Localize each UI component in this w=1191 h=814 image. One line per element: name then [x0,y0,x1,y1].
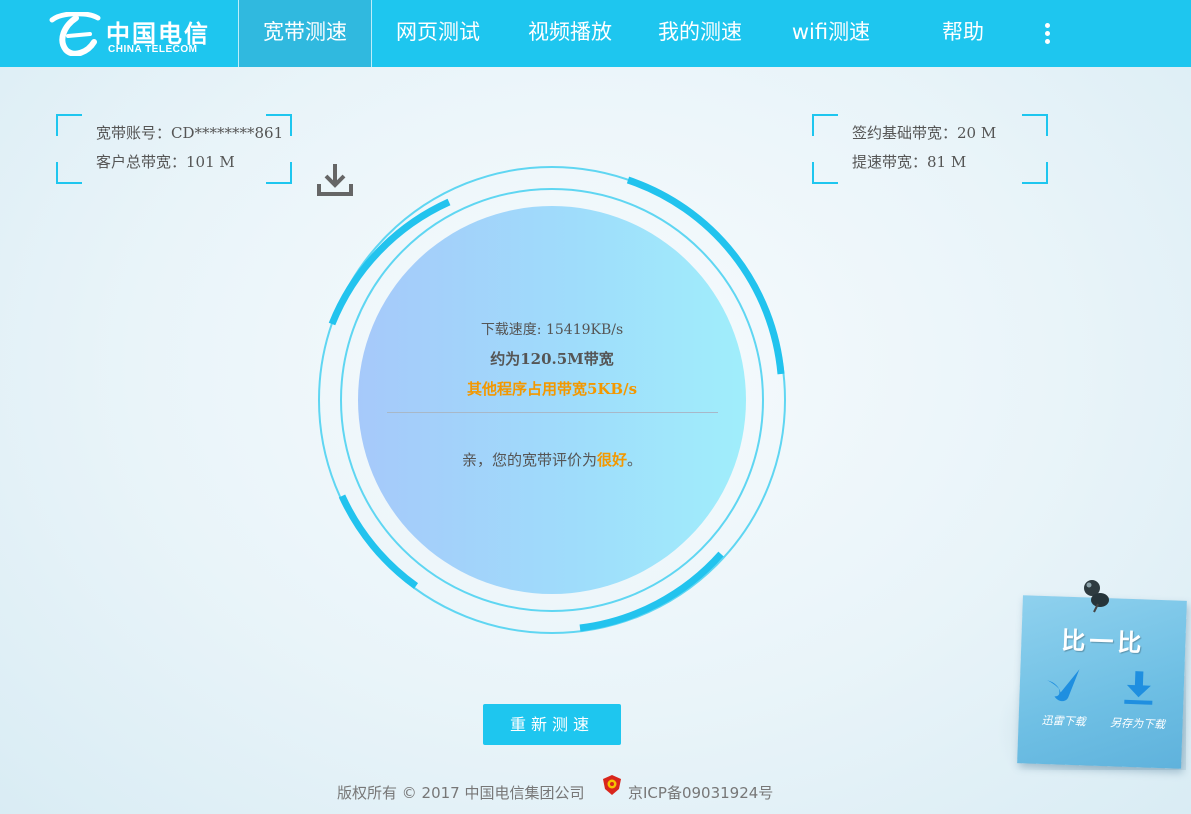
corner-bracket [56,162,82,184]
save-as-download-label: 另存为下载 [1109,716,1166,732]
evaluation-prefix: 亲，您的宽带评价为 [461,451,597,469]
download-icon [317,164,353,196]
copyright-text: 版权所有 © 2017 中国电信集团公司 [337,784,585,802]
tab-help[interactable]: 帮助 [898,0,1028,67]
tab-video-playback[interactable]: 视频播放 [504,0,636,67]
boost-bandwidth: 提速带宽：81 M [852,153,967,171]
logo-text-en: CHINA TELECOM [108,44,198,55]
tab-wifi-speed-test[interactable]: wifi测速 [764,0,898,67]
corner-bracket [812,162,838,184]
push-pin-icon [1084,580,1109,613]
broadband-account: 宽带账号：CD********861 [96,124,284,142]
tab-webpage-test[interactable]: 网页测试 [372,0,504,67]
thunder-download-label: 迅雷下载 [1041,713,1086,729]
corner-bracket [56,114,82,136]
account-info-box: 宽带账号：CD********861 客户总带宽：101 M [56,114,292,184]
download-arrow-icon [1124,671,1153,705]
icp-license-link[interactable]: 京ICP备09031924号 [628,782,773,803]
tab-broadband-speed-test[interactable]: 宽带测速 [239,0,371,67]
top-nav-bar: 中国电信 CHINA TELECOM 宽带测速 网页测试 视频播放 我的测速 w… [0,0,1191,67]
more-vertical-icon[interactable] [1038,20,1058,46]
evaluation-value: 很好 [596,451,627,469]
base-bandwidth: 签约基础带宽：20 M [852,124,997,142]
download-speed: 下载速度: 15419KB/s [480,322,624,338]
telecom-e-icon [49,12,101,56]
corner-bracket [1022,162,1048,184]
result-panel [358,206,746,594]
other-programs-bandwidth: 其他程序占用带宽5KB/s [466,380,638,398]
tab-my-speed-tests[interactable]: 我的测速 [636,0,764,67]
retest-button[interactable]: 重新测速 [483,704,621,745]
save-as-download-button[interactable]: 另存为下载 [1102,668,1174,732]
police-badge-icon [603,775,621,795]
evaluation-suffix: 。 [627,451,643,469]
footer: 版权所有 © 2017 中国电信集团公司 京ICP备09031924号 [0,775,1191,804]
thunder-download-button[interactable]: 迅雷下载 [1028,665,1100,729]
speed-gauge: 下载速度: 15419KB/s 约为120.5M带宽 其他程序占用带宽5KB/s… [316,164,788,636]
corner-bracket [812,114,838,136]
result-divider [387,412,718,413]
china-telecom-logo[interactable]: 中国电信 CHINA TELECOM [46,10,216,58]
broadband-evaluation: 亲，您的宽带评价为很好。 [316,449,788,470]
corner-bracket [266,162,292,184]
compare-sticky-note: 比一比 迅雷下载 另存为下载 [1017,595,1187,769]
thunder-bird-icon [1047,669,1080,702]
compare-title: 比一比 [1060,626,1146,658]
corner-bracket [1022,114,1048,136]
approx-bandwidth: 约为120.5M带宽 [490,350,614,368]
plan-info-box: 签约基础带宽：20 M 提速带宽：81 M [812,114,1048,184]
total-bandwidth: 客户总带宽：101 M [96,153,235,171]
